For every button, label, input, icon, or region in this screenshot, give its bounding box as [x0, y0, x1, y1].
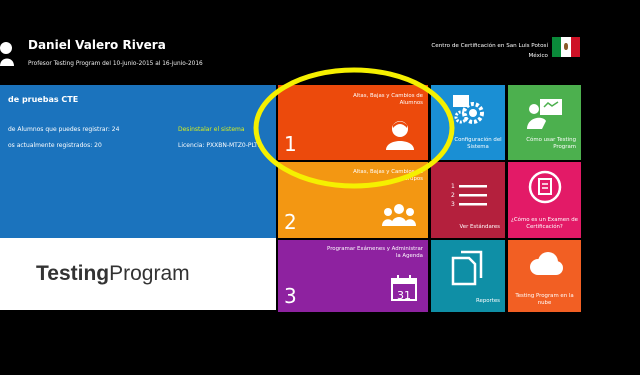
tile-cloud-label: Testing Program en la nube — [515, 293, 574, 306]
tile-exam-info[interactable]: ¿Cómo es un Examen de Certificación? — [508, 162, 581, 238]
exam-document-icon — [528, 170, 562, 204]
group-icon — [382, 204, 416, 226]
system-info-panel: de pruebas CTE de Alumnos que puedes reg… — [0, 85, 276, 238]
registered-students: os actualmente registrados: 20 — [8, 142, 102, 149]
user-period: Profesor Testing Program del 10-junio-20… — [28, 61, 203, 67]
certification-country: México — [528, 53, 548, 59]
teacher-board-icon — [527, 99, 562, 129]
info-title: de pruebas CTE — [8, 95, 79, 104]
tile-number-3: 3 — [284, 284, 297, 308]
cloud-icon — [530, 252, 563, 275]
uninstall-link[interactable]: Desinstalar el sistema — [178, 126, 245, 133]
gears-icon — [453, 95, 484, 124]
tile-number-2: 2 — [284, 210, 297, 234]
list-icon — [459, 185, 487, 206]
tile-reports-label: Reportes — [476, 298, 500, 304]
mexico-flag-icon — [552, 37, 580, 57]
testing-program-logo: TestingProgram — [36, 262, 190, 285]
tile-schedule-label: Programar Exámenes y Administrar la Agen… — [327, 246, 423, 259]
tile-number-1: 1 — [284, 132, 297, 156]
tile-howto-label: Cómo usar Testing Program — [526, 137, 576, 150]
license-key: Licencia: PXXBN-MTZ0-PLTS — [178, 142, 262, 149]
logo-panel: TestingProgram — [0, 238, 276, 310]
tile-how-to-use[interactable]: Cómo usar Testing Program — [508, 85, 581, 160]
registrable-students: de Alumnos que puedes registrar: 24 — [8, 126, 120, 133]
reports-pages-icon — [451, 250, 483, 286]
tile-reports[interactable]: Reportes — [431, 240, 505, 312]
calendar-day: 31 — [397, 289, 411, 302]
tile-config-label: Configuración del Sistema — [454, 137, 502, 150]
tile-groups-abc[interactable]: Altas, Bajas y Cambios de Grupos 2 — [278, 162, 428, 238]
student-icon — [386, 121, 414, 150]
tile-standards[interactable]: 1 2 3 Ver Estándares — [431, 162, 505, 238]
tile-students-abc[interactable]: Altas, Bajas y Cambios de Alumnos 1 — [278, 85, 428, 160]
user-avatar-icon — [0, 42, 14, 66]
tile-system-config[interactable]: Configuración del Sistema — [431, 85, 505, 160]
tile-cloud[interactable]: Testing Program en la nube — [508, 240, 581, 312]
tile-schedule-exams[interactable]: Programar Exámenes y Administrar la Agen… — [278, 240, 428, 312]
tile-students-label: Altas, Bajas y Cambios de Alumnos — [353, 93, 423, 106]
tile-groups-label: Altas, Bajas y Cambios de Grupos — [353, 169, 423, 182]
tile-exam-label: ¿Cómo es un Examen de Certificación? — [511, 217, 578, 230]
standards-numbers: 1 2 3 — [451, 183, 455, 208]
certification-center: Centro de Certificación en San Luis Poto… — [431, 43, 548, 49]
tile-standards-label: Ver Estándares — [459, 224, 500, 230]
user-name: Daniel Valero Rivera — [28, 38, 166, 52]
